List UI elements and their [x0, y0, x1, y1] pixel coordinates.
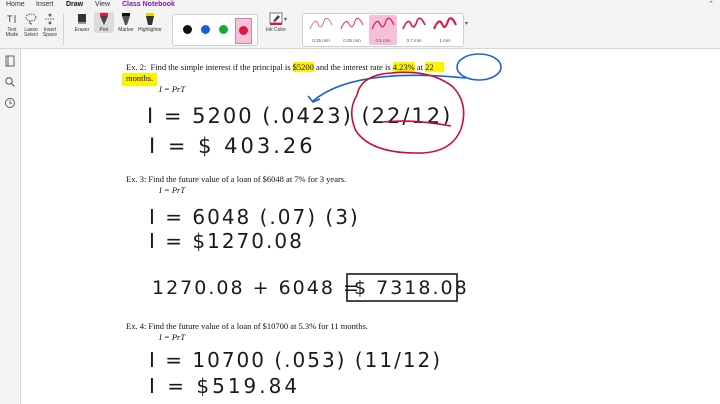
stroke-size-gallery: 0.25 mm 0.35 mm 0.5 mm 0.7 mm 1 mm [302, 13, 464, 47]
tab-insert[interactable]: Insert [36, 0, 54, 10]
blue-arrow-line [312, 74, 467, 102]
ex3-handwritten-line1: I = 6048 (.07) (3) [149, 205, 360, 229]
marker-icon [122, 13, 130, 25]
ex2-handwritten-line2: I = $ 403.26 [149, 134, 316, 158]
squiggle-icon [433, 17, 457, 30]
recent-clock-icon[interactable] [4, 97, 16, 109]
ex2-handwritten-line1: I = 5200 (.0423) (22/12) [147, 104, 452, 128]
color-swatch-green[interactable] [219, 25, 228, 34]
ex3-handwritten-answer: $ 7318.08 [354, 277, 469, 299]
squiggle-icon [402, 17, 426, 30]
stroke-size-05-selected[interactable]: 0.5 mm [369, 15, 397, 45]
squiggle-icon [371, 17, 395, 30]
text-mode-button[interactable]: T Text Mode [3, 12, 21, 38]
ex3-handwritten-sum: 1270.08 + 6048 = [152, 277, 361, 299]
menu-bar: Home Insert Draw View Class Notebook ⌃ [0, 0, 720, 11]
gallery-expand-icon[interactable]: ▾ [465, 20, 468, 27]
eraser-button[interactable]: Eraser [72, 12, 92, 33]
color-swatch-red-selected[interactable] [235, 18, 252, 44]
squiggle-icon [340, 17, 364, 30]
ex4-handwritten-line2: I = $519.84 [149, 374, 300, 398]
text-cursor-icon: T [7, 14, 16, 24]
squiggle-icon [309, 17, 333, 30]
pen-icon [100, 13, 108, 25]
marker-button[interactable]: Marker [116, 12, 136, 33]
tab-view[interactable]: View [95, 0, 110, 10]
insert-space-button[interactable]: Insert Space [41, 12, 59, 38]
stroke-size-025[interactable]: 0.25 mm [307, 15, 335, 45]
tab-home[interactable]: Home [6, 0, 25, 10]
stroke-size-07[interactable]: 0.7 mm [400, 15, 428, 45]
insert-space-icon [45, 13, 55, 25]
notebooks-icon[interactable] [4, 55, 16, 67]
ex3-handwritten-line2: I = $1270.08 [149, 229, 304, 253]
highlighter-button[interactable]: Highlighter [137, 12, 163, 33]
ex4-handwritten-line1: I = 10700 (.053) (11/12) [149, 348, 442, 372]
pen-button[interactable]: Pen [94, 12, 114, 33]
note-page[interactable]: Ex. 2: Find the simple interest if the p… [21, 49, 720, 404]
lasso-select-button[interactable]: Lasso Select [22, 12, 40, 38]
ink-color-icon [269, 12, 283, 25]
color-swatch-blue[interactable] [201, 25, 210, 34]
tab-class-notebook[interactable]: Class Notebook [122, 0, 175, 10]
ribbon-divider [63, 13, 64, 45]
draw-ribbon: T Text Mode Lasso Select Insert Space Er… [0, 10, 720, 49]
eraser-icon [78, 14, 86, 24]
lasso-icon [25, 13, 37, 25]
chevron-down-icon[interactable]: ▾ [284, 16, 287, 23]
stroke-size-1[interactable]: 1 mm [431, 15, 459, 45]
collapse-ribbon-icon[interactable]: ⌃ [708, 0, 714, 9]
color-swatch-black[interactable] [183, 25, 192, 34]
stroke-size-035[interactable]: 0.35 mm [338, 15, 366, 45]
blue-circle-annotation [456, 53, 502, 81]
search-icon[interactable] [4, 76, 16, 88]
color-palette [172, 14, 258, 46]
red-dot [239, 26, 248, 35]
navigation-sidebar [0, 49, 21, 404]
highlighter-icon [146, 13, 154, 25]
ink-layer: I = 5200 (.0423) (22/12) I = $ 403.26 I … [147, 53, 502, 398]
svg-text:T: T [7, 14, 13, 24]
